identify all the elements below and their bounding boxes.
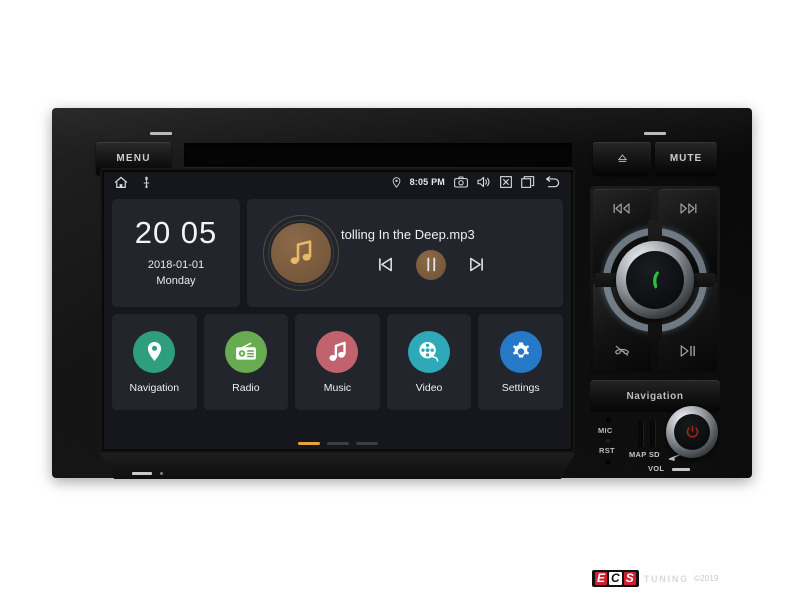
display-bezel: 8:05 PM 20 05 2018-01-01 Monday tolling … bbox=[100, 168, 575, 453]
music-icon-bg bbox=[316, 330, 359, 373]
clock-weekday: Monday bbox=[156, 275, 196, 287]
status-bar-clock: 8:05 PM bbox=[409, 177, 445, 187]
location-pin-icon bbox=[392, 176, 401, 188]
map-pin-icon bbox=[146, 341, 163, 362]
play-pause-button[interactable] bbox=[416, 249, 446, 280]
bottom-right-trim-tab bbox=[672, 468, 690, 471]
status-bar-right: 8:05 PM bbox=[392, 176, 561, 188]
top-trim-tab-left bbox=[150, 132, 172, 135]
album-art bbox=[263, 215, 339, 291]
camera-icon[interactable] bbox=[454, 176, 468, 188]
power-volume-knob[interactable] bbox=[666, 406, 718, 458]
power-volume-knob-face bbox=[674, 414, 710, 450]
page-dash-1[interactable] bbox=[297, 442, 320, 445]
clock-date: 2018-01-01 bbox=[147, 259, 205, 272]
track-title: tolling In the Deep.mp3 bbox=[341, 226, 475, 242]
film-reel-icon bbox=[418, 341, 441, 363]
reset-label: RST bbox=[599, 446, 615, 455]
navigation-icon-bg bbox=[133, 330, 176, 373]
ecs-tuning-watermark: E C S TUNING ©2019 bbox=[592, 570, 719, 587]
status-bar-left bbox=[114, 176, 151, 189]
video-icon-bg bbox=[408, 330, 451, 373]
album-disc bbox=[271, 223, 331, 283]
app-label-navigation: Navigation bbox=[129, 381, 180, 394]
status-bar: 8:05 PM bbox=[104, 172, 571, 192]
app-tile-navigation[interactable]: Navigation bbox=[112, 314, 197, 410]
skip-previous-icon bbox=[613, 203, 631, 214]
app-grid: Navigation Radio Music Video Settings bbox=[104, 307, 571, 410]
eject-icon bbox=[617, 153, 628, 164]
app-label-settings: Settings bbox=[501, 381, 540, 394]
cd-slot[interactable] bbox=[184, 143, 572, 167]
clock-time: 20 05 bbox=[134, 215, 218, 251]
app-label-radio: Radio bbox=[232, 381, 260, 394]
navigation-button-label: Navigation bbox=[626, 390, 684, 402]
app-tile-video[interactable]: Video bbox=[386, 314, 472, 410]
map-sd-label: MAP SD bbox=[629, 450, 660, 459]
secondary-hole bbox=[605, 459, 611, 465]
gear-icon bbox=[510, 341, 532, 363]
head-unit-body: MENU MUTE 8:05 PM 20 05 2018-01-01 Monda… bbox=[52, 108, 752, 479]
settings-icon-bg bbox=[499, 330, 542, 373]
mute-button-label: MUTE bbox=[669, 153, 703, 164]
reset-hole[interactable] bbox=[606, 439, 610, 443]
ecs-tuning-word: TUNING bbox=[643, 573, 690, 584]
top-trim-tab-right bbox=[644, 132, 666, 135]
ecs-letter-e: E bbox=[595, 571, 608, 585]
widget-row: 20 05 2018-01-01 Monday tolling In the D… bbox=[104, 192, 571, 307]
music-note-icon bbox=[328, 341, 347, 363]
phone-call-icon bbox=[647, 270, 663, 290]
recents-icon[interactable] bbox=[521, 176, 535, 188]
rotary-knob-face bbox=[626, 251, 684, 309]
close-box-icon[interactable] bbox=[500, 176, 512, 188]
rotary-knob[interactable] bbox=[616, 241, 694, 319]
play-pause-icon bbox=[680, 345, 696, 357]
touchscreen[interactable]: 8:05 PM 20 05 2018-01-01 Monday tolling … bbox=[104, 172, 571, 449]
screen-bottom-lip bbox=[100, 453, 575, 479]
bottom-trim-tab bbox=[132, 472, 152, 475]
page-dash-2[interactable] bbox=[326, 442, 349, 445]
volume-label: VOL bbox=[648, 464, 665, 473]
ecs-letter-s: S bbox=[623, 571, 636, 585]
power-icon bbox=[685, 425, 700, 440]
app-tile-music[interactable]: Music bbox=[295, 314, 380, 410]
music-note-icon bbox=[288, 239, 314, 267]
next-track-button[interactable] bbox=[468, 256, 485, 273]
skip-next-icon bbox=[679, 203, 697, 214]
page-indicator[interactable] bbox=[104, 442, 571, 445]
eject-button[interactable] bbox=[593, 142, 651, 175]
app-label-music: Music bbox=[323, 381, 352, 394]
bottom-trim-dot bbox=[160, 472, 163, 475]
home-icon[interactable] bbox=[114, 176, 128, 189]
volume-icon[interactable] bbox=[477, 176, 491, 188]
map-sd-slot[interactable] bbox=[638, 421, 643, 447]
app-tile-settings[interactable]: Settings bbox=[478, 314, 563, 410]
music-info: tolling In the Deep.mp3 bbox=[339, 199, 563, 307]
sd-card-slot[interactable] bbox=[650, 421, 655, 447]
menu-button-label: MENU bbox=[116, 153, 151, 164]
screenshot-root: MENU MUTE 8:05 PM 20 05 2018-01-01 Monda… bbox=[0, 0, 800, 600]
page-dash-3[interactable] bbox=[355, 442, 378, 445]
ecs-logo-mark: E C S bbox=[592, 570, 639, 587]
music-widget[interactable]: tolling In the Deep.mp3 bbox=[247, 199, 563, 307]
clock-widget[interactable]: 20 05 2018-01-01 Monday bbox=[112, 199, 240, 307]
previous-track-button[interactable] bbox=[377, 256, 394, 273]
usb-icon[interactable] bbox=[142, 176, 151, 189]
app-tile-radio[interactable]: Radio bbox=[203, 314, 289, 410]
app-label-video: Video bbox=[415, 381, 443, 394]
ecs-copyright: ©2019 bbox=[694, 574, 719, 583]
phone-hangup-icon bbox=[614, 344, 631, 357]
radio-icon bbox=[235, 342, 257, 361]
radio-icon-bg bbox=[224, 330, 267, 373]
microphone-hole bbox=[606, 418, 611, 423]
pause-icon bbox=[425, 257, 438, 272]
media-controls bbox=[349, 249, 557, 280]
mute-button[interactable]: MUTE bbox=[655, 142, 717, 175]
back-icon[interactable] bbox=[544, 176, 561, 188]
mic-label: MIC bbox=[598, 426, 613, 435]
rotary-control-cluster bbox=[590, 186, 720, 374]
ecs-letter-c: C bbox=[609, 571, 622, 585]
